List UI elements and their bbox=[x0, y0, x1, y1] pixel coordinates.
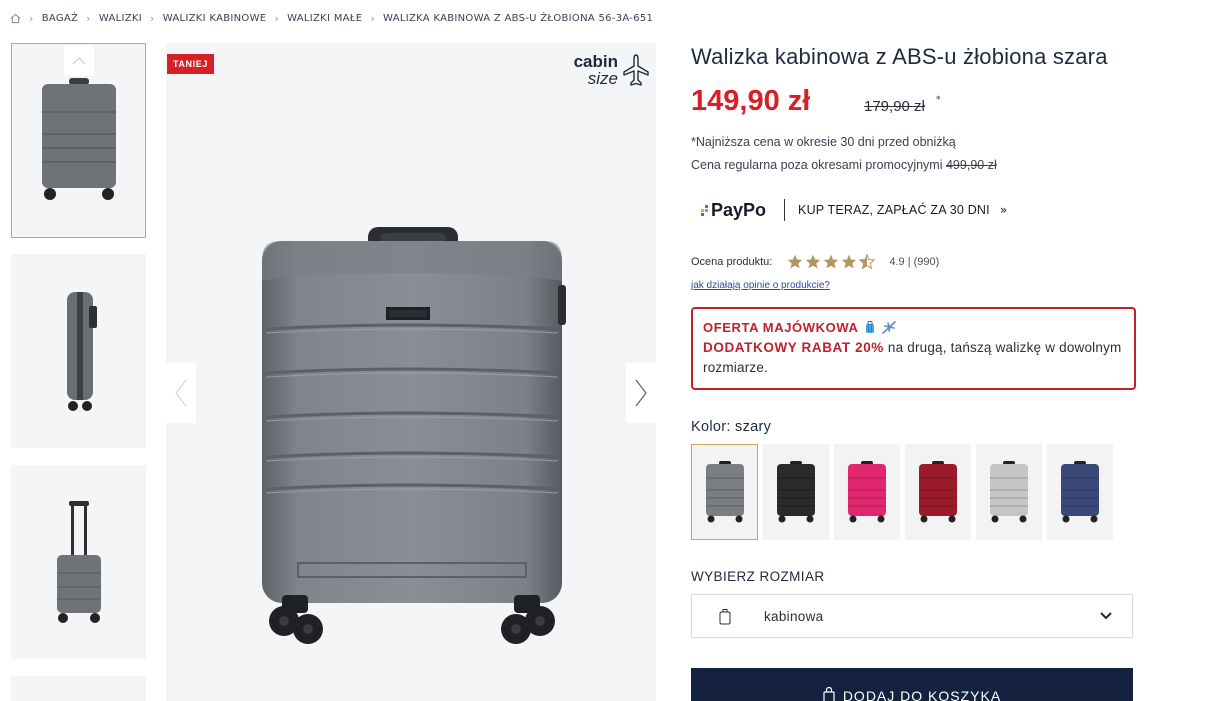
thumbnail-front[interactable] bbox=[11, 43, 146, 238]
lowest-price-note: *Najniższa cena w okresie 30 dni przed o… bbox=[691, 135, 956, 149]
size-label: WYBIERZ ROZMIAR bbox=[691, 569, 825, 584]
suitcase-swatch-image bbox=[919, 461, 957, 523]
size-select[interactable]: kabinowa bbox=[691, 594, 1133, 638]
breadcrumb-item-walizki-male[interactable]: WALIZKI MAŁE bbox=[287, 13, 362, 24]
cabin-size-line1: cabin bbox=[573, 52, 618, 71]
gallery-next-button[interactable] bbox=[626, 363, 656, 423]
reviews-info-link[interactable]: jak działają opinie o produkcie? bbox=[691, 280, 830, 291]
chevron-right-icon: › bbox=[29, 11, 34, 25]
breadcrumb-current: WALIZKA KABINOWA Z ABS-U ŻŁOBIONA 56-3A-… bbox=[383, 12, 654, 24]
breadcrumb-home[interactable] bbox=[10, 13, 21, 24]
thumbnail-scroll-up-button[interactable] bbox=[64, 46, 94, 76]
breadcrumb: › BAGAŻ › WALIZKI › WALIZKI KABINOWE › W… bbox=[10, 10, 653, 26]
regular-price-label: Cena regularna poza okresami promocyjnym… bbox=[691, 158, 946, 172]
color-label: Kolor: szary bbox=[691, 419, 771, 435]
suitcase-front-thumb bbox=[41, 77, 116, 200]
product-rating: Ocena produktu: 4.9 | (990) bbox=[691, 254, 939, 269]
suitcase-swatch-image bbox=[990, 461, 1028, 523]
add-to-cart-button[interactable]: DODAJ DO KOSZYKA bbox=[691, 668, 1133, 701]
product-title: Walizka kabinowa z ABS-u żłobiona szara bbox=[691, 44, 1108, 69]
chevron-down-icon bbox=[1100, 612, 1112, 620]
breadcrumb-item-walizki[interactable]: WALIZKI bbox=[99, 13, 142, 24]
color-swatch-black[interactable] bbox=[763, 444, 829, 540]
suitcase-side-thumb bbox=[66, 292, 97, 411]
gallery-prev-button[interactable] bbox=[166, 363, 196, 423]
home-icon bbox=[10, 13, 21, 23]
suitcase-swatch-image bbox=[705, 461, 744, 523]
star-full-icon bbox=[824, 254, 839, 269]
rating-label: Ocena produktu: bbox=[691, 255, 773, 268]
color-swatches bbox=[691, 444, 1113, 540]
breadcrumb-item-walizki-kabinowe[interactable]: WALIZKI KABINOWE bbox=[163, 13, 267, 24]
paypo-logo: PayPo bbox=[700, 200, 766, 221]
breadcrumb-item-bagaz[interactable]: BAGAŻ bbox=[42, 13, 78, 24]
shopping-bag-icon bbox=[823, 687, 835, 701]
thumbnail-more[interactable] bbox=[11, 676, 146, 701]
main-product-image: TANIEJ cabin size bbox=[166, 43, 656, 701]
promo-highlight: DODATKOWY RABAT 20% bbox=[703, 340, 884, 355]
regular-price-value: 499,90 zł bbox=[945, 158, 997, 172]
thumbnail-back[interactable] bbox=[11, 465, 146, 659]
star-full-icon bbox=[806, 254, 821, 269]
chevron-right-icon: › bbox=[150, 11, 155, 25]
thumbnail-side[interactable] bbox=[11, 254, 146, 448]
suitcase-back-thumb bbox=[56, 501, 101, 623]
cabin-size-line2: size bbox=[587, 69, 618, 88]
size-select-value: kabinowa bbox=[764, 608, 824, 624]
rating-stars bbox=[787, 254, 876, 269]
paypo-cta: KUP TERAZ, ZAPŁAĆ ZA 30 DNI bbox=[798, 203, 990, 217]
promo-box: OFERTA MAJÓWKOWA DODATKOWY RABAT 20% na … bbox=[691, 307, 1136, 390]
chevron-left-icon bbox=[175, 379, 187, 407]
color-label-prefix: Kolor: bbox=[691, 419, 736, 435]
promo-title: OFERTA MAJÓWKOWA bbox=[703, 320, 859, 335]
sale-badge: TANIEJ bbox=[167, 54, 214, 74]
color-swatch-pink[interactable] bbox=[834, 444, 900, 540]
add-to-cart-label: DODAJ DO KOSZYKA bbox=[842, 688, 1002, 701]
color-swatch-silver[interactable] bbox=[976, 444, 1042, 540]
old-price: 179,90 zł bbox=[864, 98, 925, 115]
cabin-size-badge: cabin size bbox=[574, 53, 650, 87]
color-selected: szary bbox=[735, 419, 772, 435]
star-half-icon bbox=[859, 254, 876, 269]
paypo-divider bbox=[784, 199, 786, 221]
luggage-icon bbox=[719, 608, 731, 624]
paypo-logo-text: PayPo bbox=[711, 199, 767, 220]
old-price-footnote-mark: * bbox=[936, 95, 941, 105]
chevron-right-icon: › bbox=[370, 11, 376, 25]
promo-body: DODATKOWY RABAT 20% na drugą, tańszą wal… bbox=[703, 338, 1124, 378]
paypo-dots-icon bbox=[701, 205, 708, 216]
color-swatch-navy[interactable] bbox=[1047, 444, 1113, 540]
color-swatch-gray[interactable] bbox=[691, 444, 758, 540]
suitcase-swatch-image bbox=[1061, 461, 1099, 523]
thumbnail-strip bbox=[11, 43, 146, 701]
regular-price-note: Cena regularna poza okresami promocyjnym… bbox=[691, 158, 997, 172]
promo-title-row: OFERTA MAJÓWKOWA bbox=[703, 320, 1124, 335]
chevron-right-icon: › bbox=[274, 11, 280, 25]
airplane-icon bbox=[882, 321, 897, 334]
chevron-right-icon: › bbox=[86, 11, 91, 25]
current-price: 149,90 zł bbox=[691, 85, 811, 117]
suitcase-swatch-image bbox=[777, 461, 815, 523]
star-full-icon bbox=[842, 254, 857, 269]
luggage-icon bbox=[866, 321, 875, 333]
star-full-icon bbox=[788, 254, 803, 269]
suitcase-main-image bbox=[262, 227, 566, 644]
double-chevron-right-icon: » bbox=[999, 203, 1008, 217]
rating-value: 4.9 | (990) bbox=[889, 255, 940, 268]
paypo-banner[interactable]: PayPo KUP TERAZ, ZAPŁAĆ ZA 30 DNI » bbox=[700, 193, 1007, 227]
color-swatch-burgundy[interactable] bbox=[905, 444, 971, 540]
chevron-right-icon bbox=[635, 379, 647, 407]
suitcase-swatch-image bbox=[848, 461, 886, 523]
airplane-icon bbox=[623, 54, 649, 86]
chevron-up-icon bbox=[72, 57, 86, 65]
